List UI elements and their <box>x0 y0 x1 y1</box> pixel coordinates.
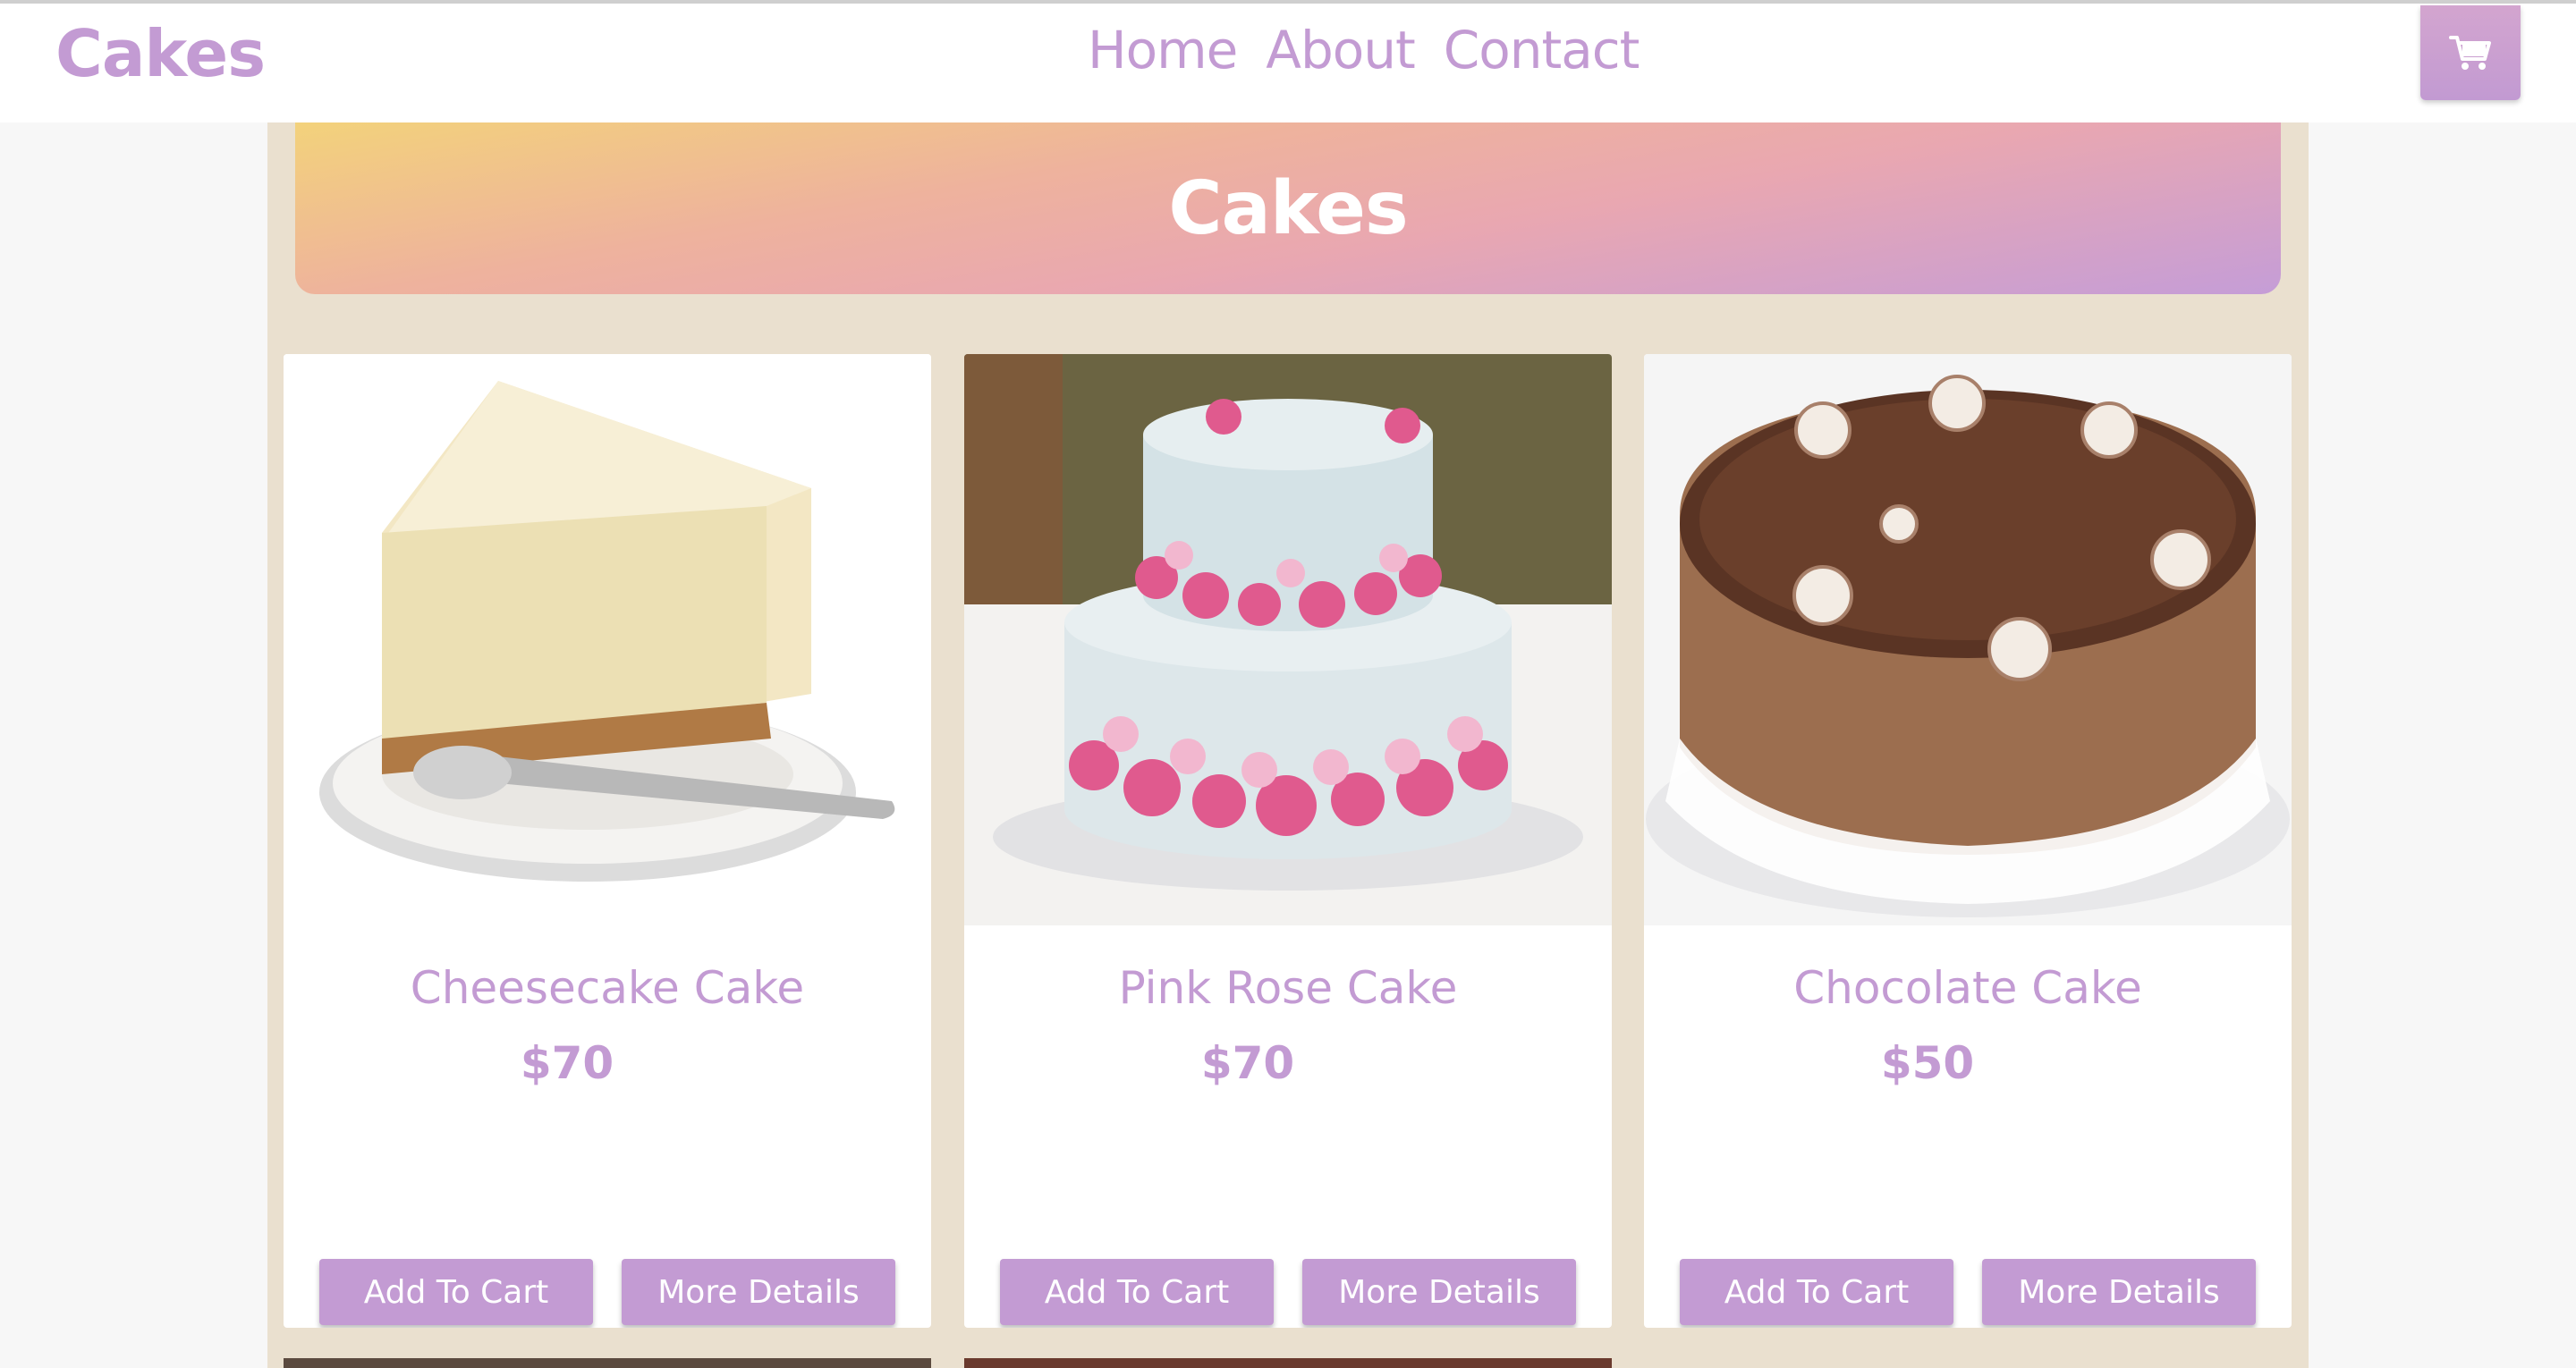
nav-link-contact[interactable]: Contact <box>1444 20 1640 80</box>
pink-rose-cake-image <box>964 354 1612 925</box>
product-card-pink-rose: Pink Rose Cake $70 Add To Cart More Deta… <box>964 354 1612 1328</box>
product-name: Pink Rose Cake <box>1118 962 1458 1014</box>
page-banner: Cakes <box>295 122 2281 294</box>
chocolate-cake-image <box>1644 354 2292 925</box>
next-card-peek <box>284 1358 931 1368</box>
nav-links: Home About Contact <box>1088 20 1640 80</box>
product-name: Cheesecake Cake <box>410 962 805 1014</box>
product-price: $50 <box>1880 1037 1975 1089</box>
add-to-cart-button[interactable]: Add To Cart <box>1680 1259 1953 1325</box>
add-to-cart-button[interactable]: Add To Cart <box>1000 1259 1274 1325</box>
brand-logo[interactable]: Cakes <box>55 16 266 91</box>
product-name: Chocolate Cake <box>1793 962 2142 1014</box>
product-price: $70 <box>1200 1037 1295 1089</box>
add-to-cart-button[interactable]: Add To Cart <box>319 1259 593 1325</box>
more-details-button[interactable]: More Details <box>622 1259 895 1325</box>
more-details-button[interactable]: More Details <box>1982 1259 2256 1325</box>
nav-link-about[interactable]: About <box>1266 20 1415 80</box>
page-title: Cakes <box>1168 165 1408 251</box>
next-card-peek <box>964 1358 1612 1368</box>
more-details-button[interactable]: More Details <box>1302 1259 1576 1325</box>
product-card-chocolate: Chocolate Cake $50 Add To Cart More Deta… <box>1644 354 2292 1328</box>
product-price: $70 <box>520 1037 614 1089</box>
cheesecake-slice-image <box>284 354 931 925</box>
product-card-cheesecake: Cheesecake Cake $70 Add To Cart More Det… <box>284 354 931 1328</box>
products-container: Cakes Cheesecake Cake $70 Add To Cart Mo… <box>267 122 2309 1368</box>
cart-button[interactable] <box>2420 5 2521 100</box>
nav-link-home[interactable]: Home <box>1088 20 1238 80</box>
navbar: Cakes Home About Contact <box>0 4 2576 122</box>
cart-icon <box>2449 36 2491 70</box>
